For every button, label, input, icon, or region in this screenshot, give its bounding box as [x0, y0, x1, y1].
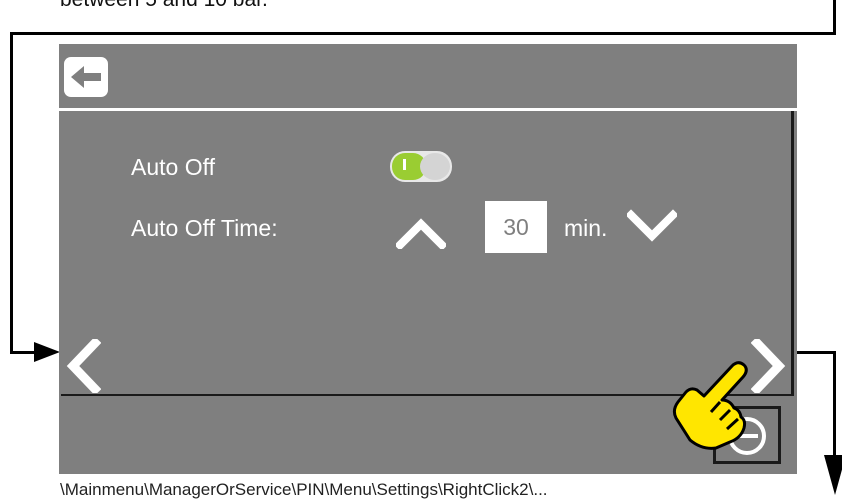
arrow-left-icon — [71, 66, 101, 88]
flow-arrowhead-right-icon — [34, 342, 60, 362]
chevron-left-icon[interactable] — [65, 339, 101, 393]
pointing-hand-icon — [672, 361, 748, 450]
chevron-down-icon[interactable] — [627, 209, 677, 243]
auto-off-label: Auto Off — [131, 154, 215, 180]
flow-line-right-top — [833, 0, 836, 35]
flow-line-left — [10, 32, 13, 354]
header-bar — [59, 44, 797, 107]
menu-path-caption: \Mainmenu\ManagerOrService\PIN\Menu\Sett… — [60, 480, 548, 499]
flow-line-right — [795, 351, 835, 354]
auto-off-time-label: Auto Off Time: — [131, 215, 278, 241]
flow-line-right-down — [833, 351, 836, 461]
auto-off-time-unit: min. — [564, 215, 608, 241]
auto-off-time-value[interactable]: 30 — [485, 201, 547, 253]
toggle-knob — [420, 153, 450, 180]
flow-line-top — [10, 32, 836, 35]
top-caption: between 5 and 10 bar. — [60, 0, 268, 12]
chevron-up-icon[interactable] — [396, 215, 446, 249]
flow-arrowhead-down-icon — [824, 455, 842, 495]
toggle-on-mark — [403, 159, 406, 170]
auto-off-toggle[interactable] — [390, 151, 452, 182]
back-button[interactable] — [64, 57, 108, 97]
